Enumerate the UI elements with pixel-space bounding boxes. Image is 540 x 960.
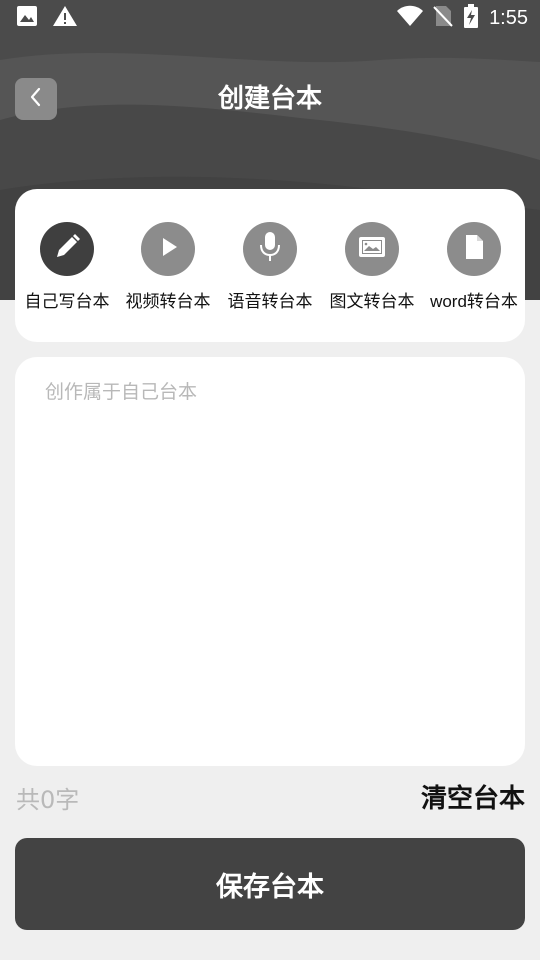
warning-icon: [52, 5, 78, 31]
screen: 1:55 创建台本 自己写台本 视频转台本 语音转台本 图文转台本 word转台…: [0, 0, 540, 960]
save-script-button[interactable]: 保存台本: [15, 838, 525, 930]
tool-label: 语音转台本: [227, 292, 313, 311]
char-count: 共0字: [16, 786, 80, 814]
tool-voice-to-script[interactable]: 语音转台本: [219, 222, 321, 312]
clear-script-button[interactable]: 清空台本: [421, 778, 525, 815]
tool-icon-circle: [447, 222, 501, 276]
image-icon: [16, 5, 38, 31]
battery-charging-icon: [463, 4, 479, 32]
save-button-label: 保存台本: [216, 871, 324, 903]
tool-write-script[interactable]: 自己写台本: [16, 222, 118, 312]
page-title: 创建台本: [217, 84, 322, 114]
status-bar: 1:55: [0, 0, 540, 36]
tools-card: 自己写台本 视频转台本 语音转台本 图文转台本 word转台本: [15, 189, 525, 342]
play-icon: [155, 234, 181, 264]
tool-video-to-script[interactable]: 视频转台本: [117, 222, 219, 312]
document-icon: [462, 233, 486, 265]
tool-label: 视频转台本: [125, 292, 211, 311]
tool-word-to-script[interactable]: word转台本: [423, 222, 525, 312]
tool-icon-circle: [243, 222, 297, 276]
microphone-icon: [255, 230, 285, 268]
picture-icon: [358, 235, 386, 263]
tool-icon-circle: [345, 222, 399, 276]
tool-image-to-script[interactable]: 图文转台本: [321, 222, 423, 312]
tool-label: word转台本: [430, 292, 518, 311]
no-sim-icon: [433, 5, 453, 31]
tool-label: 自己写台本: [24, 292, 110, 311]
tool-label: 图文转台本: [329, 292, 415, 311]
pencil-icon: [52, 232, 82, 266]
script-editor: [15, 357, 525, 766]
script-input[interactable]: [45, 377, 505, 747]
tool-icon-circle: [141, 222, 195, 276]
wifi-icon: [397, 5, 424, 31]
status-time: 1:55: [489, 6, 528, 29]
tool-icon-circle: [40, 222, 94, 276]
